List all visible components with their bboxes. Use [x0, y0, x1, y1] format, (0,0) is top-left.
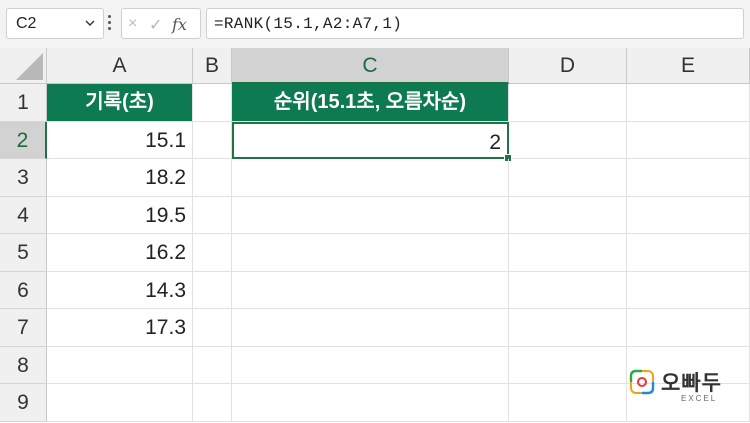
- row-header-9[interactable]: 9: [0, 384, 47, 422]
- brand-logo: 오빠두 EXCEL: [629, 367, 739, 409]
- cell-d2[interactable]: [509, 121, 627, 159]
- cell-b7[interactable]: [193, 309, 232, 347]
- row-header-6[interactable]: 6: [0, 271, 47, 309]
- cell-a8[interactable]: [47, 346, 193, 384]
- cell-d7[interactable]: [509, 309, 627, 347]
- enter-icon[interactable]: ✓: [149, 15, 162, 35]
- column-header-e[interactable]: E: [627, 48, 750, 84]
- cell-b8[interactable]: [193, 346, 232, 384]
- cancel-icon[interactable]: ×: [128, 15, 137, 33]
- cell-c6[interactable]: [232, 271, 509, 309]
- cell-b9[interactable]: [193, 384, 232, 422]
- cell-e5[interactable]: [627, 234, 750, 272]
- cell-a7[interactable]: 17.3: [47, 309, 193, 347]
- cell-a2[interactable]: 15.1: [47, 121, 193, 159]
- row-header-7[interactable]: 7: [0, 309, 47, 347]
- name-box-value: C2: [16, 15, 37, 32]
- cell-a9[interactable]: [47, 384, 193, 422]
- column-header-d[interactable]: D: [509, 48, 627, 84]
- cell-e1[interactable]: [627, 84, 750, 122]
- logo-brand-text: 오빠두: [661, 372, 722, 395]
- cell-c5[interactable]: [232, 234, 509, 272]
- cell-c3[interactable]: [232, 159, 509, 197]
- cell-b2[interactable]: [193, 121, 232, 159]
- logo-icon: [629, 369, 655, 395]
- cell-d3[interactable]: [509, 159, 627, 197]
- cell-e7[interactable]: [627, 309, 750, 347]
- cell-a6[interactable]: 14.3: [47, 271, 193, 309]
- cell-c9[interactable]: [232, 384, 509, 422]
- formula-bar-splitter[interactable]: [108, 15, 112, 33]
- cell-e3[interactable]: [627, 159, 750, 197]
- cell-b5[interactable]: [193, 234, 232, 272]
- column-header-b[interactable]: B: [193, 48, 232, 84]
- column-header-c[interactable]: C: [232, 48, 509, 84]
- cell-a3[interactable]: 18.2: [47, 159, 193, 197]
- cell-d5[interactable]: [509, 234, 627, 272]
- select-all-button[interactable]: [0, 48, 47, 84]
- cell-c1[interactable]: 순위(15.1초, 오름차순): [232, 84, 509, 122]
- cell-c8[interactable]: [232, 346, 509, 384]
- cell-d6[interactable]: [509, 271, 627, 309]
- cell-b6[interactable]: [193, 271, 232, 309]
- cell-e4[interactable]: [627, 196, 750, 234]
- logo-sub-text: EXCEL: [681, 394, 718, 403]
- cell-d4[interactable]: [509, 196, 627, 234]
- cell-c4[interactable]: [232, 196, 509, 234]
- chevron-down-icon[interactable]: [84, 17, 96, 29]
- name-box[interactable]: C2: [6, 8, 104, 39]
- cell-d1[interactable]: [509, 84, 627, 122]
- cell-b1[interactable]: [193, 84, 232, 122]
- cell-e2[interactable]: [627, 121, 750, 159]
- cell-e6[interactable]: [627, 271, 750, 309]
- formula-bar: C2 × ✓ fx =RANK(15.1,A2:A7,1): [0, 0, 750, 48]
- row-header-1[interactable]: 1: [0, 84, 47, 122]
- cell-a1[interactable]: 기록(초): [47, 84, 193, 122]
- cell-a4[interactable]: 19.5: [47, 196, 193, 234]
- formula-text: =RANK(15.1,A2:A7,1): [214, 15, 403, 33]
- row-header-8[interactable]: 8: [0, 346, 47, 384]
- row-header-5[interactable]: 5: [0, 234, 47, 272]
- cell-b3[interactable]: [193, 159, 232, 197]
- cell-b4[interactable]: [193, 196, 232, 234]
- cell-d8[interactable]: [509, 346, 627, 384]
- cell-a5[interactable]: 16.2: [47, 234, 193, 272]
- insert-function-icon[interactable]: fx: [172, 15, 187, 34]
- row-header-2[interactable]: 2: [0, 121, 47, 159]
- column-header-a[interactable]: A: [47, 48, 193, 84]
- cell-d9[interactable]: [509, 384, 627, 422]
- formula-input[interactable]: =RANK(15.1,A2:A7,1): [206, 8, 744, 39]
- row-header-3[interactable]: 3: [0, 159, 47, 197]
- cell-c2[interactable]: 2: [232, 121, 509, 159]
- cell-c7[interactable]: [232, 309, 509, 347]
- formula-tools: × ✓ fx: [121, 8, 201, 39]
- row-header-4[interactable]: 4: [0, 196, 47, 234]
